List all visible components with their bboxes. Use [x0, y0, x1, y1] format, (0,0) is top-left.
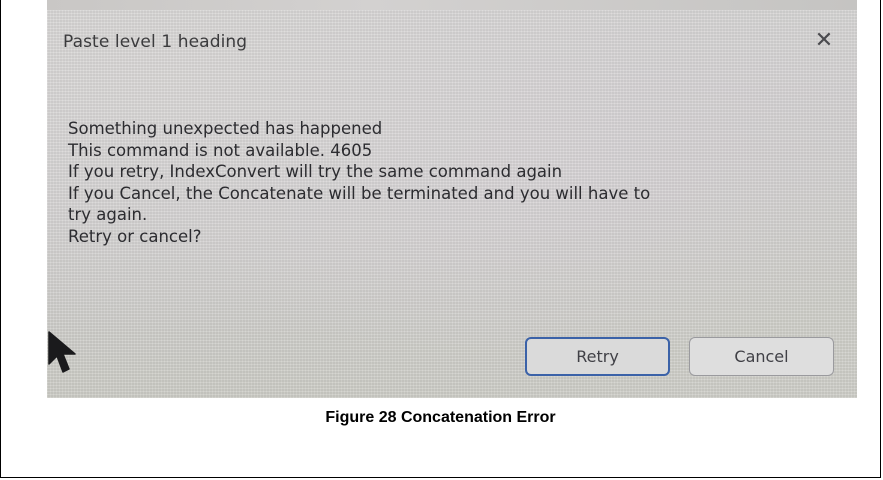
message-line: If you Cancel, the Concatenate will be t… — [68, 183, 651, 203]
cancel-button[interactable]: Cancel — [689, 337, 834, 376]
mouse-pointer-icon — [48, 331, 76, 373]
message-line: Retry or cancel? — [68, 226, 202, 246]
dialog-title: Paste level 1 heading — [63, 32, 248, 52]
message-line: Something unexpected has happened — [68, 119, 383, 138]
close-icon: ✕ — [814, 27, 834, 53]
dialog-screenshot-photo: Paste level 1 heading ✕ Something unexpe… — [47, 0, 857, 398]
background-window-strip — [47, 0, 857, 10]
message-line: try again. — [68, 205, 148, 224]
message-line: If you retry, IndexConvert will try the … — [68, 162, 563, 181]
figure-caption: Figure 28 Concatenation Error — [325, 409, 556, 426]
close-button[interactable]: ✕ — [809, 26, 839, 54]
retry-button[interactable]: Retry — [525, 337, 670, 376]
message-line: This command is not available. 4605 — [68, 140, 373, 160]
dialog-message: Something unexpected has happened This c… — [68, 118, 838, 247]
